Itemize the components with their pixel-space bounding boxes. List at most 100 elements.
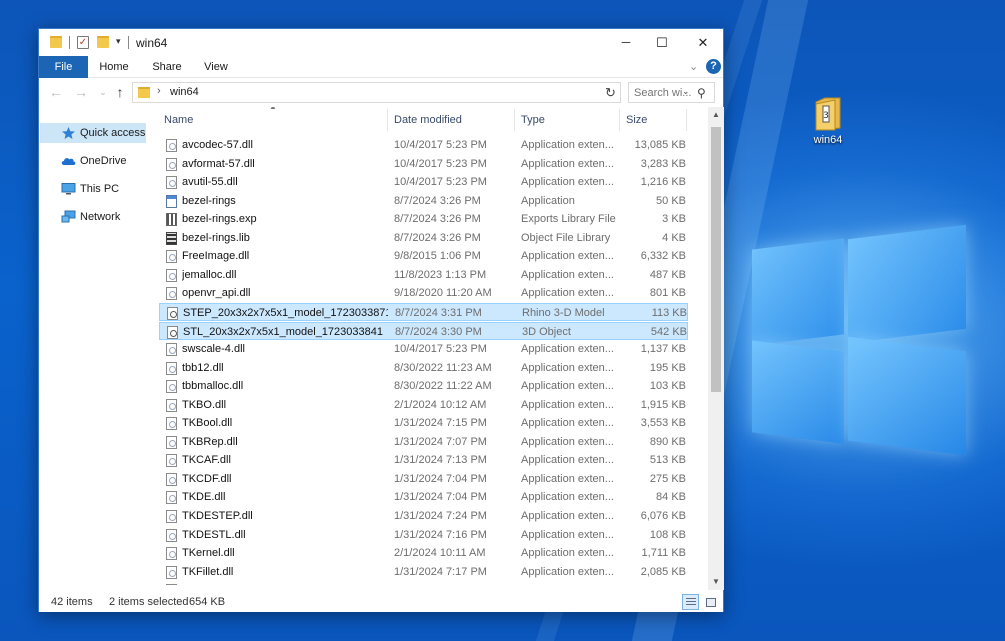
customize-toolbar-icon[interactable]: ▾ xyxy=(116,36,121,47)
breadcrumb-separator[interactable]: › xyxy=(157,85,161,97)
file-name: STL_20x3x2x7x5x1_model_1723033841 xyxy=(183,325,383,338)
file-type: Application exten... xyxy=(521,472,614,485)
tab-share[interactable]: Share xyxy=(147,56,187,78)
column-divider[interactable] xyxy=(619,109,620,131)
table-row[interactable]: TKBool.dll 1/31/2024 7:15 PM Application e… xyxy=(159,414,688,433)
file-type: 3D Object xyxy=(522,325,571,338)
file-name: avformat-57.dll xyxy=(182,157,255,170)
forward-button[interactable]: → xyxy=(73,83,89,101)
nav-item-network[interactable]: Network xyxy=(40,207,146,227)
table-row[interactable]: bezel-rings.lib 8/7/2024 3:26 PM Object Fi… xyxy=(159,229,688,248)
table-row[interactable]: TKBO.dll 2/1/2024 10:12 AM Application ext… xyxy=(159,396,688,415)
nav-item-onedrive[interactable]: OneDrive xyxy=(40,151,146,171)
table-row[interactable]: STEP_20x3x2x7x5x1_model_1723033871 8/7/20… xyxy=(159,302,688,322)
expand-ribbon-icon[interactable]: ⌄ xyxy=(689,60,698,73)
network-icon xyxy=(61,210,76,223)
table-row[interactable]: STL_20x3x2x7x5x1_model_1723033841 8/7/202… xyxy=(159,321,688,340)
table-row[interactable]: avutil-55.dll 10/4/2017 5:23 PM Applicatio… xyxy=(159,173,688,192)
file-dll-icon xyxy=(166,472,177,486)
column-size[interactable]: Size xyxy=(621,107,686,133)
table-row[interactable]: avcodec-57.dll 10/4/2017 5:23 PM Applicati… xyxy=(159,136,688,155)
properties-icon[interactable]: ✓ xyxy=(77,36,89,49)
table-row[interactable]: FreeImage.dll 9/8/2015 1:06 PM Application… xyxy=(159,247,688,266)
column-type[interactable]: Type xyxy=(516,107,619,133)
search-box[interactable]: ⚲ xyxy=(628,82,715,103)
refresh-button[interactable]: ↻ xyxy=(601,82,621,103)
table-row[interactable]: TKDESTL.dll 1/31/2024 7:16 PM Application … xyxy=(159,526,688,545)
table-row[interactable]: jemalloc.dll 11/8/2023 1:13 PM Application… xyxy=(159,266,688,285)
search-input[interactable] xyxy=(629,83,697,102)
table-row[interactable]: TKDESTEP.dll 1/31/2024 7:24 PM Application… xyxy=(159,507,688,526)
table-row[interactable]: bezel-rings.exp 8/7/2024 3:26 PM Exports L… xyxy=(159,210,688,229)
file-name: jemalloc.dll xyxy=(182,268,237,281)
file-dll-icon xyxy=(166,417,177,431)
file-name: avcodec-57.dll xyxy=(182,139,253,151)
tab-view[interactable]: View xyxy=(196,56,236,78)
table-row[interactable]: bezel-rings 8/7/2024 3:26 PM Application 50… xyxy=(159,192,688,211)
file-dll-icon xyxy=(166,343,177,357)
breadcrumb-win64[interactable]: win64 xyxy=(170,86,199,98)
file-size: 1,216 KB xyxy=(640,176,686,189)
vertical-scrollbar[interactable]: ▲ ▼ xyxy=(708,107,724,590)
table-row[interactable]: tbbmalloc.dll 8/30/2022 11:22 AM Applicati… xyxy=(159,377,688,396)
file-name: TKFillet.dll xyxy=(182,565,234,578)
file-type: Application exten... xyxy=(521,250,614,263)
file-date-modified: 8/30/2022 11:23 AM xyxy=(394,361,492,374)
table-row[interactable]: TKDE.dll 1/31/2024 7:04 PM Application ext… xyxy=(159,488,688,507)
file-dll-icon xyxy=(166,287,177,301)
table-row[interactable]: TKCDF.dll 1/31/2024 7:04 PM Application ex… xyxy=(159,470,688,489)
maximize-button[interactable]: ☐ xyxy=(639,29,685,56)
nav-item-this-pc[interactable]: This PC xyxy=(40,179,146,199)
nav-item-quick-access[interactable]: Quick access xyxy=(40,123,146,143)
recent-locations-button[interactable]: ⌄ xyxy=(95,83,111,101)
window-title: win64 xyxy=(136,36,168,50)
desktop-folder-shortcut[interactable]: 3 win64 xyxy=(806,96,850,146)
large-icons-view-button[interactable] xyxy=(702,594,719,610)
address-bar[interactable]: › win64 ⌄ xyxy=(132,82,690,103)
file-date-modified: 1/31/2024 7:15 PM xyxy=(394,417,487,430)
file-type: Application exten... xyxy=(521,361,614,374)
table-row[interactable]: TKCAF.dll 1/31/2024 7:13 PM Application ex… xyxy=(159,451,688,470)
up-button[interactable]: ↑ xyxy=(112,83,128,101)
table-row[interactable]: avformat-57.dll 10/4/2017 5:23 PM Applicat… xyxy=(159,155,688,174)
file-dll-icon xyxy=(166,491,177,505)
file-date-modified: 10/4/2017 5:23 PM xyxy=(394,176,487,189)
scroll-up-icon[interactable]: ▲ xyxy=(708,107,724,123)
column-name[interactable]: Name xyxy=(159,107,387,133)
star-icon xyxy=(62,127,75,139)
column-divider[interactable] xyxy=(387,109,388,131)
file-size: 542 KB xyxy=(650,325,687,338)
help-icon[interactable]: ? xyxy=(706,59,721,74)
file-name: TKCDF.dll xyxy=(182,472,232,485)
scrollbar-thumb[interactable] xyxy=(711,127,721,392)
file-type: Application exten... xyxy=(521,528,614,541)
scroll-down-icon[interactable]: ▼ xyxy=(708,574,724,590)
file-date-modified: 8/7/2024 3:26 PM xyxy=(394,231,481,244)
details-view-button[interactable] xyxy=(682,594,699,610)
tab-home[interactable]: Home xyxy=(94,56,134,78)
file-size: 890 KB xyxy=(649,435,686,448)
column-date-modified[interactable]: Date modified xyxy=(389,107,514,133)
large-icons-view-icon xyxy=(706,598,716,607)
table-row[interactable]: swscale-4.dll 10/4/2017 5:23 PM Applicatio… xyxy=(159,340,688,359)
file-date-modified: 2/1/2024 10:11 AM xyxy=(394,547,486,560)
file-date-modified: 1/31/2024 7:13 PM xyxy=(394,454,487,467)
back-button[interactable]: ← xyxy=(48,83,64,101)
table-row[interactable]: tbb12.dll 8/30/2022 11:23 AM Application e… xyxy=(159,359,688,378)
table-row[interactable]: TKG2d.dll 1/31/2024 7:05 PM Application ex… xyxy=(159,581,688,585)
column-divider[interactable] xyxy=(514,109,515,131)
table-row[interactable]: TKFillet.dll 1/31/2024 7:17 PM Application… xyxy=(159,563,688,582)
nav-item-label: Quick access xyxy=(80,127,146,139)
new-folder-icon[interactable] xyxy=(97,36,109,48)
column-divider[interactable] xyxy=(686,109,687,131)
file-name: TKernel.dll xyxy=(182,547,235,560)
file-dll-icon xyxy=(166,510,177,523)
close-button[interactable]: ✕ xyxy=(680,29,726,56)
table-row[interactable]: TKBRep.dll 1/31/2024 7:07 PM Application e… xyxy=(159,433,688,452)
tab-file[interactable]: File xyxy=(39,56,88,78)
table-row[interactable]: TKernel.dll 2/1/2024 10:11 AM Application … xyxy=(159,544,688,563)
selection-size: 654 KB xyxy=(189,596,226,608)
table-row[interactable]: openvr_api.dll 9/18/2020 11:20 AM Applicat… xyxy=(159,284,688,303)
search-icon[interactable]: ⚲ xyxy=(697,86,706,100)
title-bar[interactable]: ✓ ▾ win64 ─ ☐ ✕ xyxy=(39,29,723,56)
